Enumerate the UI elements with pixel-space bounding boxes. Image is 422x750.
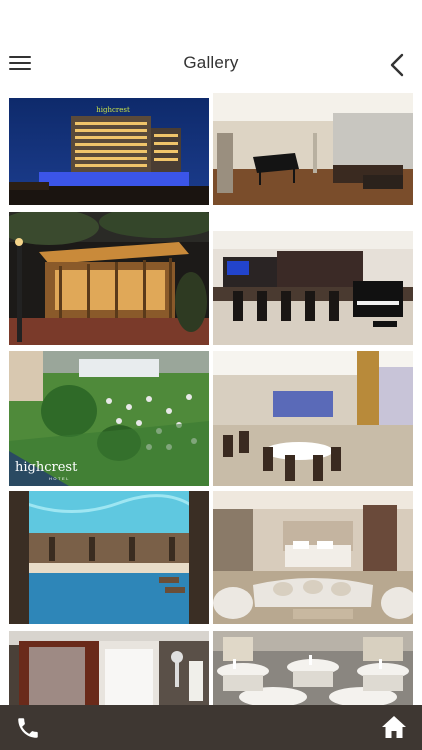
gallery-image-hotel-exterior[interactable]: highcrest — [9, 98, 209, 205]
gallery-image-garden-aerial[interactable]: highcrest HOTEL — [9, 351, 209, 486]
gallery-image-banquet[interactable] — [213, 631, 413, 705]
gallery-image-sauna[interactable] — [9, 631, 209, 705]
home-icon[interactable] — [380, 713, 408, 741]
gallery-image-restaurant[interactable] — [213, 351, 413, 486]
highcrest-logo: highcrest — [96, 106, 130, 114]
gallery-image-swimming-pool[interactable] — [9, 491, 209, 624]
gallery-image-indoor-bar[interactable] — [213, 231, 413, 345]
gallery-image-lobby-piano[interactable] — [213, 93, 413, 205]
phone-icon[interactable] — [15, 715, 41, 741]
gallery-screen: Gallery highcrest highcrest HOTEL — [0, 0, 422, 750]
chevron-left-icon[interactable] — [386, 52, 410, 78]
header-bar: Gallery — [0, 40, 422, 88]
highcrest-logo-overlay: highcrest — [15, 460, 78, 475]
page-title: Gallery — [183, 53, 239, 72]
gallery-image-bedroom[interactable] — [213, 491, 413, 624]
gallery-grid: highcrest highcrest HOTEL — [0, 93, 422, 705]
gallery-image-outdoor-bar[interactable] — [9, 212, 209, 345]
svg-text:HOTEL: HOTEL — [49, 476, 70, 481]
bottom-action-bar — [0, 705, 422, 750]
